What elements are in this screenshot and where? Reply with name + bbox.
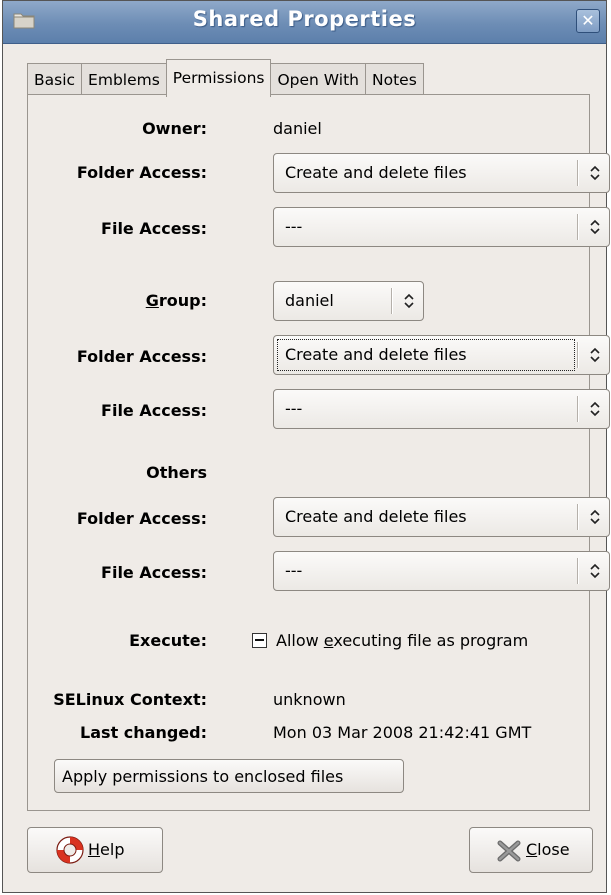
others-folder-access-label: Folder Access:: [76, 509, 207, 528]
execute-checkbox[interactable]: [252, 633, 267, 648]
tab-emblems[interactable]: Emblems: [81, 63, 166, 97]
window-close-button[interactable]: ✕: [576, 9, 600, 33]
owner-label: Owner:: [142, 119, 207, 138]
window-title: Shared Properties: [192, 7, 417, 31]
lifebuoy-icon: [56, 836, 84, 864]
owner-file-access-combo[interactable]: ---: [273, 207, 610, 247]
close-button-label: Close: [526, 840, 570, 859]
combo-arrows-icon: [590, 219, 600, 235]
owner-value: daniel: [273, 119, 322, 138]
selinux-label: SELinux Context:: [53, 690, 207, 709]
combo-arrows-icon: [590, 165, 600, 181]
execute-checkbox-row[interactable]: Allow executing file as program: [252, 631, 528, 650]
combo-value: ---: [285, 399, 303, 418]
group-file-access-label: File Access:: [101, 401, 207, 420]
apply-permissions-button[interactable]: Apply permissions to enclosed files: [54, 759, 404, 793]
properties-window: Shared Properties ✕ Basic Emblems Permis…: [2, 0, 610, 893]
tab-notes[interactable]: Notes: [365, 63, 424, 97]
combo-arrows-icon: [590, 563, 600, 579]
combo-value: ---: [285, 217, 303, 236]
close-icon: ✕: [581, 11, 595, 30]
help-button[interactable]: Help: [27, 827, 163, 873]
execute-label: Execute:: [129, 631, 207, 650]
permissions-panel: Owner: daniel Folder Access: Create and …: [27, 94, 610, 811]
group-label: Group:: [145, 291, 207, 310]
group-folder-access-label: Folder Access:: [76, 347, 207, 366]
others-file-access-label: File Access:: [101, 563, 207, 582]
combo-arrows-icon: [590, 509, 600, 525]
group-combo[interactable]: daniel: [273, 281, 424, 321]
tab-basic[interactable]: Basic: [27, 63, 82, 97]
combo-value: Create and delete files: [285, 507, 467, 526]
tab-permissions[interactable]: Permissions: [165, 59, 272, 97]
combo-value: Create and delete files: [285, 163, 467, 182]
owner-folder-access-combo[interactable]: Create and delete files: [273, 153, 610, 193]
x-icon: [497, 840, 521, 862]
combo-value: daniel: [285, 291, 334, 310]
selinux-value: unknown: [273, 690, 346, 709]
combo-arrows-icon: [590, 401, 600, 417]
combo-arrows-icon: [590, 347, 600, 363]
combo-arrows-icon: [404, 293, 414, 309]
others-folder-access-combo[interactable]: Create and delete files: [273, 497, 610, 537]
owner-file-access-label: File Access:: [101, 219, 207, 238]
last-changed-value: Mon 03 Mar 2008 21:42:41 GMT: [273, 723, 532, 742]
group-file-access-combo[interactable]: ---: [273, 389, 610, 429]
tab-open-with[interactable]: Open With: [271, 63, 366, 97]
last-changed-label: Last changed:: [80, 723, 207, 742]
close-button[interactable]: Close: [469, 827, 593, 873]
others-label: Others: [146, 463, 207, 482]
owner-folder-access-label: Folder Access:: [76, 163, 207, 182]
tab-bar: Basic Emblems Permissions Open With Note…: [27, 59, 424, 97]
group-folder-access-combo[interactable]: Create and delete files: [273, 335, 610, 375]
help-button-label: Help: [88, 840, 125, 859]
others-file-access-combo[interactable]: ---: [273, 551, 610, 591]
combo-value: ---: [285, 561, 303, 580]
title-bar[interactable]: Shared Properties ✕: [3, 1, 606, 44]
combo-value: Create and delete files: [285, 345, 467, 364]
